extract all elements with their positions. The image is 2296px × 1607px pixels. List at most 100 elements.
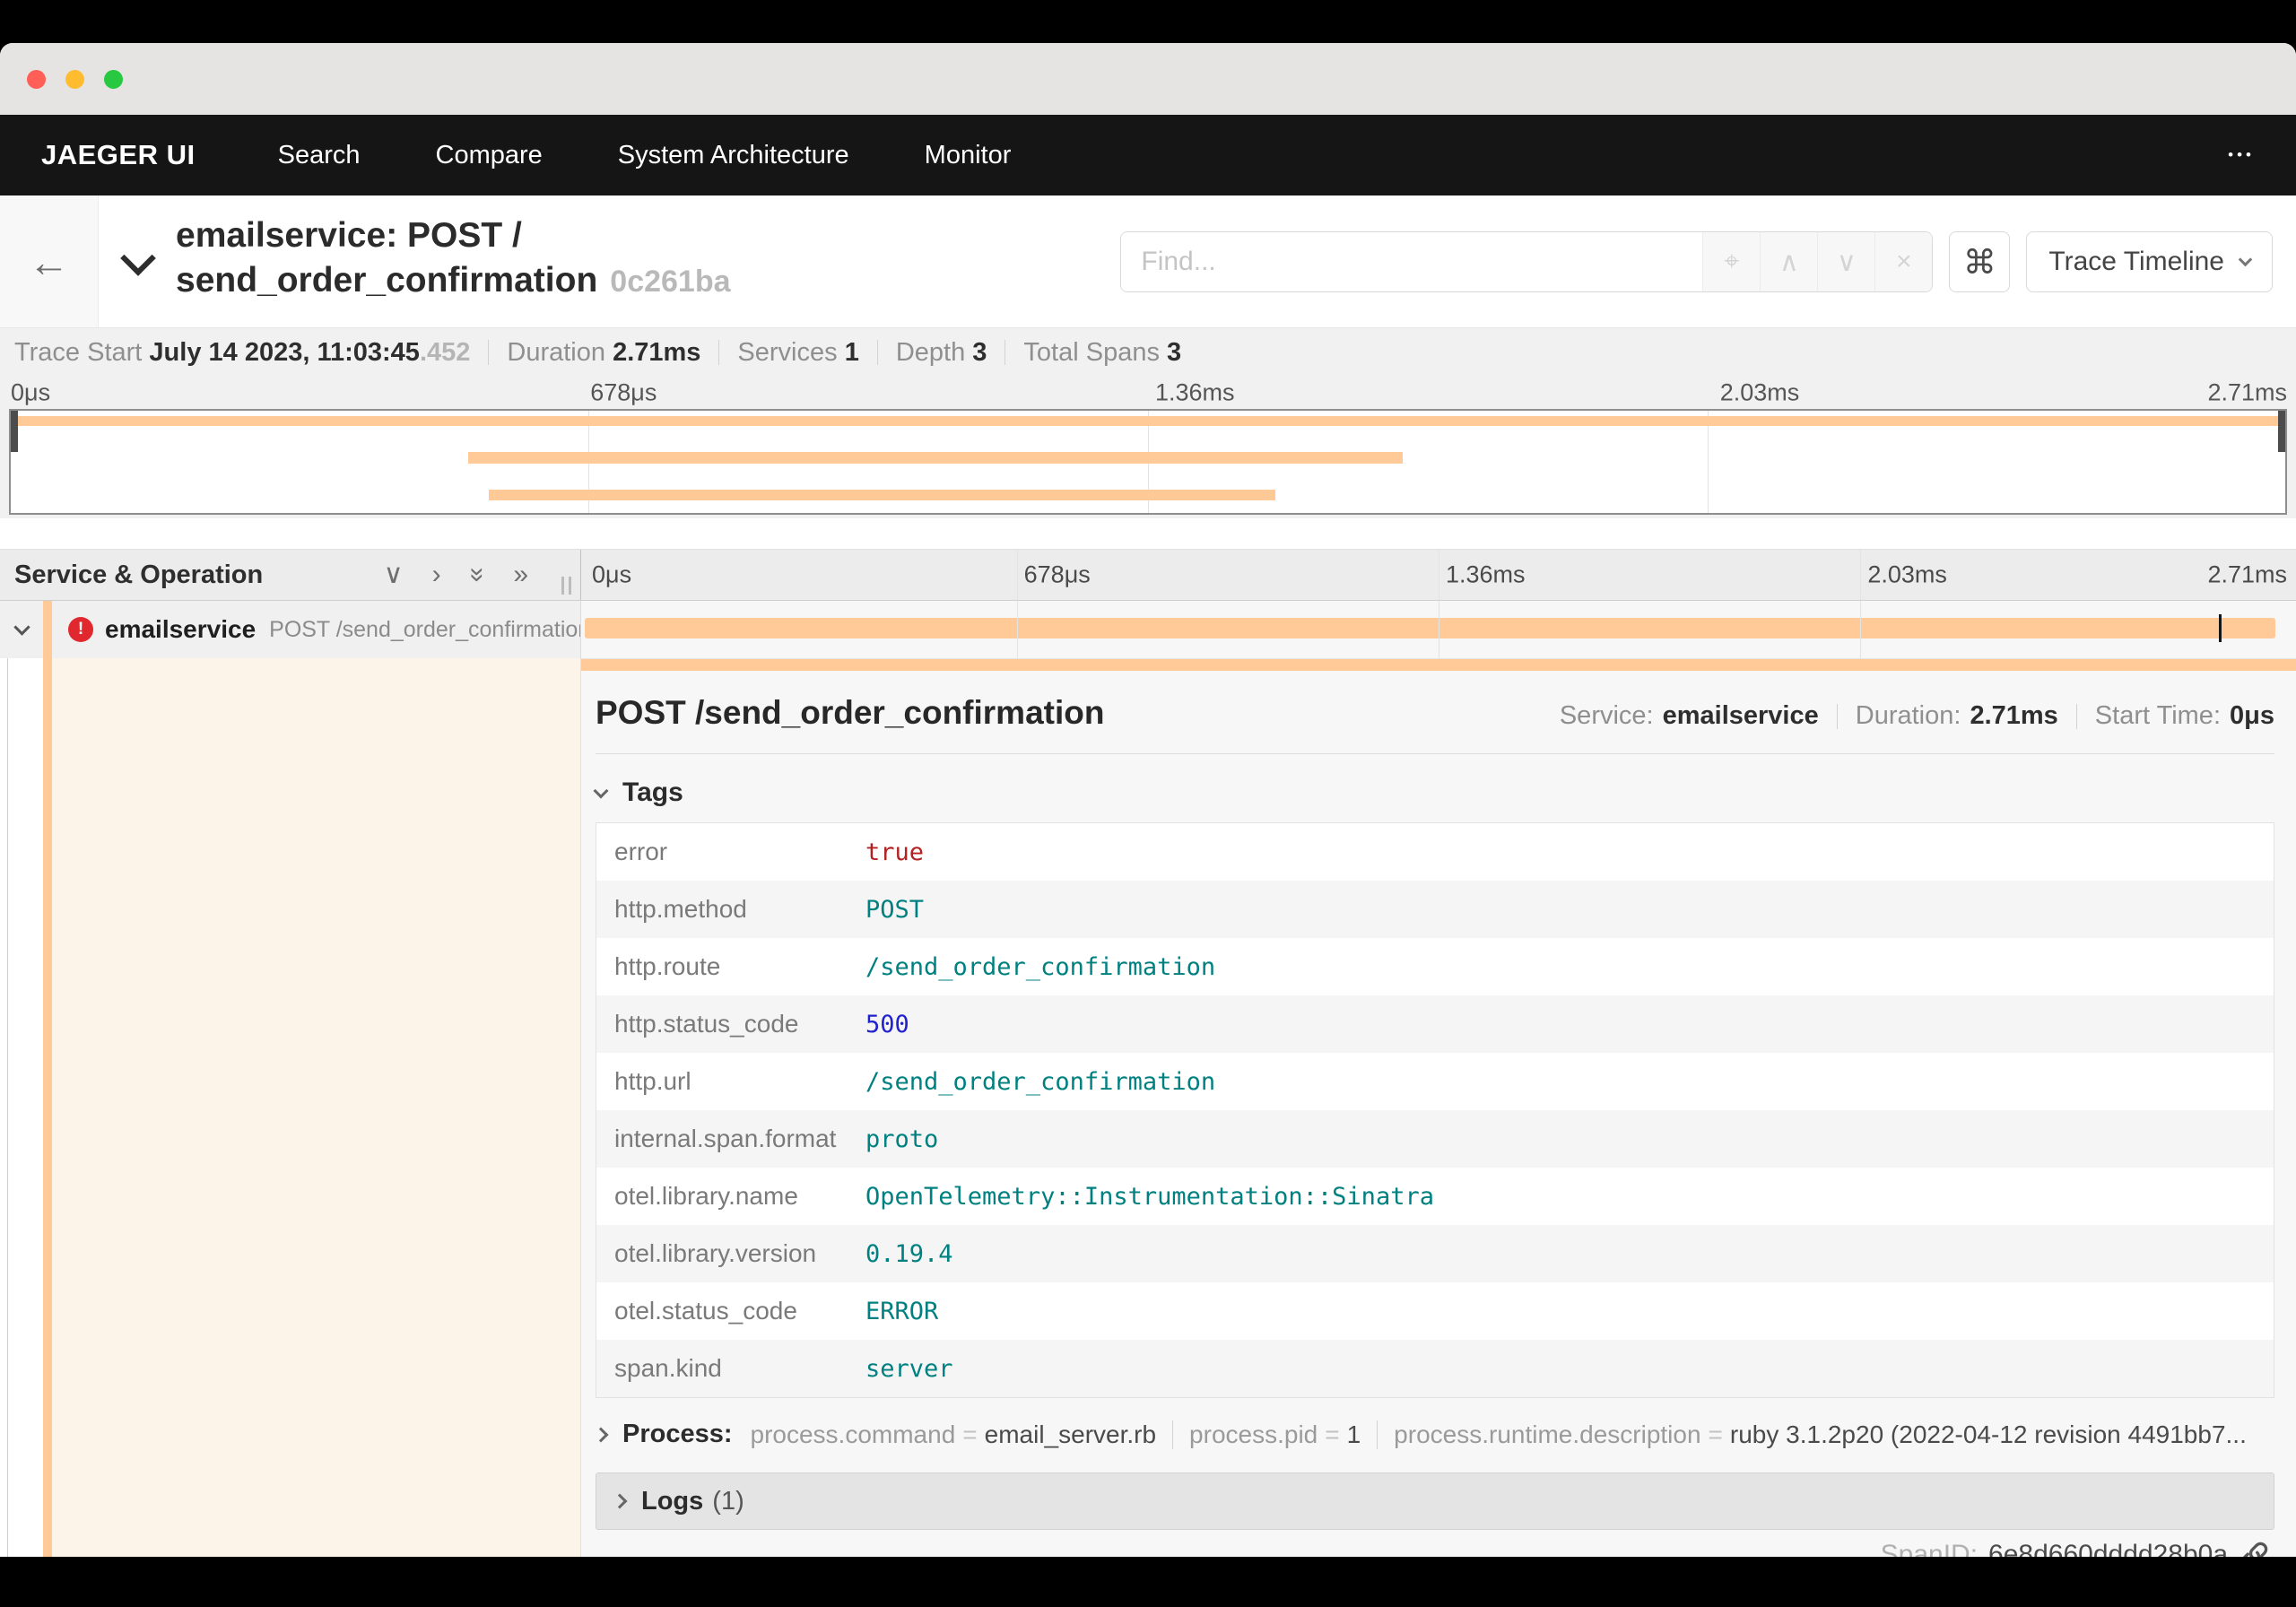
- process-section-toggle[interactable]: Process: process.command = email_server.rb…: [596, 1420, 2274, 1449]
- minimap-scrubber-left[interactable]: [11, 411, 18, 452]
- span-detail-duration-strip[interactable]: [581, 659, 2296, 671]
- icon-glyph: ∧: [1779, 247, 1799, 277]
- tag-value: ERROR: [865, 1297, 939, 1325]
- grip-bar: [561, 577, 564, 595]
- window-controls: [27, 70, 123, 89]
- find-input[interactable]: [1121, 232, 1703, 291]
- timeline-gridline: [1860, 550, 1862, 600]
- tag-value: true: [865, 838, 925, 866]
- timeline-minimap[interactable]: [9, 409, 2287, 515]
- logs-section-label: Logs: [641, 1486, 704, 1516]
- row-collapse-chevron-icon[interactable]: [13, 619, 30, 636]
- minimize-button[interactable]: [65, 70, 84, 89]
- span-detail-meta: Service: emailservice Duration: 2.71ms Start…: [1560, 701, 2274, 731]
- tags-section-toggle[interactable]: Tags: [593, 777, 2274, 808]
- icon-glyph: ×: [1896, 247, 1912, 276]
- row-toggle-icons: ∨ › » »: [384, 561, 528, 588]
- tag-value: POST: [865, 895, 925, 924]
- clear-find-icon[interactable]: ×: [1874, 232, 1933, 291]
- separator: [718, 340, 720, 365]
- keyboard-shortcuts-button[interactable]: ⌘: [1949, 231, 2011, 292]
- timeline-gridline: [1860, 601, 1862, 658]
- tag-row-error: error true: [596, 823, 2274, 881]
- top-navbar: JAEGER UI Search Compare System Architectu…: [0, 115, 2296, 195]
- trace-header-controls: ⌖ ∧ ∨ × ⌘ Trace Timeline: [1120, 231, 2273, 292]
- nav-item-monitor[interactable]: Monitor: [925, 141, 1012, 170]
- timeline-gridline: [1016, 601, 1018, 658]
- jaeger-logo[interactable]: JAEGER UI: [41, 139, 196, 171]
- column-resizer-grip[interactable]: [561, 577, 571, 595]
- grip-bar: [569, 577, 571, 595]
- separator: [2075, 703, 2077, 729]
- tag-value: server: [865, 1354, 953, 1383]
- timeline-gridline: [1016, 550, 1018, 600]
- trace-title-line2: send_order_confirmation: [176, 260, 598, 300]
- tick-label: 2.71ms: [2207, 560, 2287, 588]
- tag-row-http.method: http.method POST: [596, 881, 2274, 938]
- prev-match-icon[interactable]: ∧: [1760, 232, 1818, 291]
- span-detail-header: POST /send_order_confirmation Service: em…: [596, 694, 2274, 732]
- tag-key: otel.library.version: [614, 1239, 817, 1267]
- span-detail-title: POST /send_order_confirmation: [596, 694, 1105, 731]
- separator: [1377, 1420, 1378, 1449]
- span-id-label: SpanID:: [1880, 1540, 1979, 1557]
- log-marker-tick[interactable]: [2218, 614, 2222, 642]
- nav-menu: Search Compare System Architecture Monitor: [278, 141, 1012, 170]
- process-key-values: process.command = email_server.rb process.p…: [751, 1420, 2247, 1449]
- tag-value: proto: [865, 1125, 939, 1153]
- summary-item: Total Spans 3: [1023, 337, 1182, 367]
- minimap-scrubber-right[interactable]: [2278, 411, 2285, 452]
- next-match-icon[interactable]: ∨: [1817, 232, 1875, 291]
- deep-link-icon[interactable]: [2239, 1539, 2271, 1557]
- tag-row-http.route: http.route/send_order_confirmation: [596, 938, 2274, 995]
- span-detail-highlight-column: [52, 658, 581, 1557]
- tag-value: /send_order_confirmation: [865, 952, 1216, 981]
- find-group: ⌖ ∧ ∨ ×: [1120, 231, 1934, 292]
- tags-table: error true http.method POST http.route/send_…: [596, 822, 2274, 1398]
- find-icon-group: ⌖ ∧ ∨ ×: [1702, 232, 1933, 291]
- separator: [876, 340, 878, 365]
- service-operation-header: Service & Operation ∨ › » » 0μs 678μs 1.36ms 2…: [0, 549, 2296, 601]
- span-detail-content: POST /send_order_confirmation Service: em…: [581, 671, 2296, 1530]
- collapse-one-icon[interactable]: ∨: [384, 561, 404, 588]
- tag-row-internal.span.format: internal.span.format proto: [596, 1110, 2274, 1168]
- nav-item-compare[interactable]: Compare: [436, 141, 543, 170]
- zoom-button[interactable]: [104, 70, 123, 89]
- tag-value: OpenTelemetry::Instrumentation::Sinatra: [865, 1182, 1434, 1211]
- trace-view-selector-label: Trace Timeline: [2048, 247, 2224, 276]
- locate-match-icon[interactable]: ⌖: [1702, 232, 1761, 291]
- collapse-trace-chevron-icon[interactable]: [120, 240, 156, 276]
- trace-title-line1: emailservice: POST /: [176, 216, 522, 255]
- back-button[interactable]: ←: [0, 195, 99, 327]
- chevron-down-icon: [593, 783, 609, 798]
- tick-label: 2.71ms: [2207, 378, 2287, 406]
- span-row-name-cell: ! emailservice POST /send_order_confirma…: [0, 601, 581, 658]
- detail-meta-item: Service: emailservice: [1559, 701, 1819, 730]
- chevron-down-icon: [2238, 252, 2253, 266]
- separator: [1004, 340, 1006, 365]
- nav-item-search[interactable]: Search: [278, 141, 361, 170]
- close-button[interactable]: [27, 70, 46, 89]
- separator: [1836, 703, 1838, 729]
- chevron-right-icon: [596, 1427, 609, 1442]
- collapse-all-icon[interactable]: »: [463, 568, 492, 583]
- tick-label: 678μs: [1023, 560, 1091, 588]
- icon-glyph: ∨: [1836, 247, 1857, 277]
- tag-key: otel.library.name: [614, 1182, 798, 1210]
- span-duration-bar[interactable]: [584, 618, 2276, 638]
- nav-overflow-icon[interactable]: •••: [2228, 146, 2255, 164]
- logs-section-toggle[interactable]: Logs (1): [596, 1472, 2274, 1530]
- trace-page-header: ← emailservice: POST / send_order_confir…: [0, 195, 2296, 328]
- expand-one-icon[interactable]: ›: [432, 561, 441, 588]
- tag-row-span.kind: span.kind server: [596, 1340, 2274, 1397]
- trace-id: 0c261ba: [610, 264, 731, 299]
- process-kv: process.command = email_server.rb: [750, 1420, 1157, 1448]
- expand-all-icon[interactable]: »: [513, 561, 528, 588]
- nav-item-system-architecture[interactable]: System Architecture: [618, 141, 849, 170]
- span-id-value: 6e8d660dddd28b0a: [1988, 1540, 2228, 1557]
- detail-meta-item: Duration: 2.71ms: [1855, 701, 2058, 730]
- trace-view-selector[interactable]: Trace Timeline: [2026, 231, 2273, 292]
- span-row-emailservice[interactable]: ! emailservice POST /send_order_confirma…: [0, 601, 2296, 658]
- spacer: [0, 518, 2296, 549]
- span-detail-section: POST /send_order_confirmation Service: em…: [0, 658, 2296, 1557]
